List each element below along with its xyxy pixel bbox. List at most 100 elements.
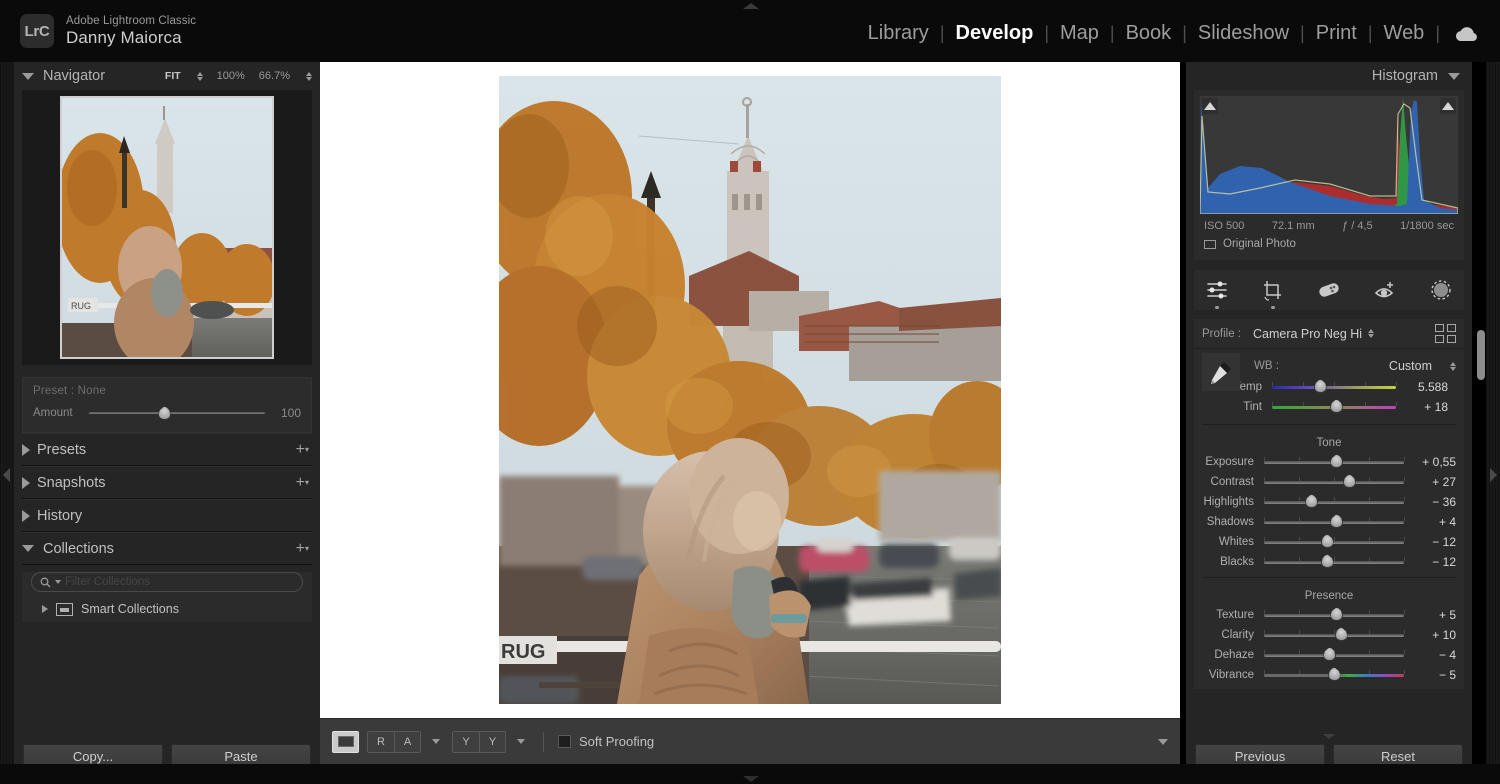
slider-value[interactable]: + 18 <box>1396 400 1448 414</box>
wb-row[interactable]: WB : Custom <box>1202 355 1456 377</box>
right-panel-collapse-arrow[interactable] <box>1490 468 1497 482</box>
slider-track[interactable] <box>1264 475 1404 489</box>
amount-slider[interactable] <box>89 407 265 419</box>
slider-vibrance[interactable]: Vibrance− 5 <box>1194 665 1464 685</box>
slider-track[interactable] <box>1264 455 1404 469</box>
chevron-down-icon[interactable] <box>22 73 34 80</box>
add-icon[interactable]: +▾ <box>296 441 312 459</box>
slider-track[interactable] <box>1272 400 1396 414</box>
zoom-fit-button[interactable]: FIT <box>165 70 181 82</box>
slider-exposure[interactable]: Exposure+ 0,55 <box>1194 452 1464 472</box>
slider-handle[interactable] <box>1328 667 1341 681</box>
chevron-right-icon[interactable] <box>22 510 30 522</box>
original-photo-toggle[interactable]: Original Photo <box>1200 234 1458 254</box>
slider-handle[interactable] <box>1321 534 1334 548</box>
before-after-yy-button[interactable]: Y Y <box>452 731 506 753</box>
slider-track[interactable] <box>1264 535 1404 549</box>
white-balance-eyedropper-icon[interactable] <box>1202 353 1240 391</box>
zoom-custom-stepper-icon[interactable] <box>306 72 312 81</box>
slider-handle[interactable] <box>1343 474 1356 488</box>
chevron-down-icon[interactable] <box>1448 73 1460 80</box>
slider-texture[interactable]: Texture+ 5 <box>1194 605 1464 625</box>
chevron-right-icon[interactable] <box>22 444 30 456</box>
slider-value[interactable]: − 12 <box>1404 555 1456 569</box>
slider-blacks[interactable]: Blacks− 12 <box>1194 552 1464 572</box>
slider-handle[interactable] <box>1330 607 1343 621</box>
profile-stepper-icon[interactable] <box>1368 329 1374 338</box>
left-panel-collapse-arrow[interactable] <box>3 468 10 482</box>
slider-value[interactable]: − 12 <box>1404 535 1456 549</box>
slider-handle[interactable] <box>1330 454 1343 468</box>
main-photo[interactable]: RUG <box>499 76 1001 704</box>
filter-collections-input[interactable]: Filter Collections <box>31 572 303 592</box>
healing-brush-icon[interactable] <box>1316 277 1342 303</box>
right-panel-scrollbar[interactable] <box>1477 330 1485 380</box>
slider-track[interactable] <box>1264 555 1404 569</box>
masking-icon[interactable] <box>1428 277 1454 303</box>
right-panel-edge[interactable] <box>1486 62 1500 784</box>
slider-value[interactable]: + 4 <box>1404 515 1456 529</box>
module-web[interactable]: Web <box>1373 22 1436 45</box>
slider-track[interactable] <box>1264 648 1404 662</box>
slider-handle[interactable] <box>1305 494 1318 508</box>
slider-temp[interactable]: Temp5.588 <box>1202 377 1456 397</box>
slider-value[interactable]: − 5 <box>1404 668 1456 682</box>
highlight-clipping-button[interactable] <box>1440 98 1456 114</box>
slider-value[interactable]: + 27 <box>1404 475 1456 489</box>
section-presets[interactable]: Presets+▾ <box>22 433 312 466</box>
right-panel-footer-arrow[interactable] <box>1323 734 1335 739</box>
toolbar-options-caret-icon[interactable] <box>1158 739 1168 745</box>
slider-track[interactable] <box>1272 380 1396 394</box>
slider-contrast[interactable]: Contrast+ 27 <box>1194 472 1464 492</box>
navigator-preview[interactable]: RUG <box>22 90 312 365</box>
grid-browser-icon[interactable] <box>1435 324 1456 343</box>
navigator-header[interactable]: Navigator FIT 100% 66.7% <box>14 62 320 90</box>
section-snapshots[interactable]: Snapshots+▾ <box>22 466 312 499</box>
slider-whites[interactable]: Whites− 12 <box>1194 532 1464 552</box>
zoom-custom-button[interactable]: 66.7% <box>259 70 290 82</box>
section-collections[interactable]: Collections+▾ <box>22 532 312 565</box>
soft-proofing-label[interactable]: Soft Proofing <box>579 734 654 749</box>
soft-proofing-checkbox[interactable] <box>558 735 571 748</box>
slider-handle[interactable] <box>1330 399 1343 413</box>
navigator-thumbnail[interactable]: RUG <box>60 96 274 359</box>
before-after-yy-caret-icon[interactable] <box>517 739 525 744</box>
profile-value[interactable]: Camera Pro Neg Hi <box>1253 327 1362 341</box>
slider-track[interactable] <box>1264 515 1404 529</box>
collection-item-smart-collections[interactable]: Smart Collections <box>22 599 312 622</box>
slider-value[interactable]: + 5 <box>1404 608 1456 622</box>
left-panel-edge[interactable] <box>0 62 14 784</box>
add-icon[interactable]: +▾ <box>296 540 312 558</box>
before-after-lr-caret-icon[interactable] <box>432 739 440 744</box>
module-book[interactable]: Book <box>1115 22 1183 45</box>
slider-value[interactable]: − 4 <box>1404 648 1456 662</box>
chevron-down-icon[interactable] <box>55 580 61 584</box>
histogram-header[interactable]: Histogram <box>1186 62 1472 90</box>
module-library[interactable]: Library <box>857 22 940 45</box>
top-panel-collapse-arrow[interactable] <box>743 3 759 9</box>
slider-value[interactable]: 5.588 <box>1396 380 1448 394</box>
slider-track[interactable] <box>1264 628 1404 642</box>
slider-shadows[interactable]: Shadows+ 4 <box>1194 512 1464 532</box>
chevron-right-icon[interactable] <box>22 477 30 489</box>
slider-highlights[interactable]: Highlights− 36 <box>1194 492 1464 512</box>
after-view-icon[interactable]: A <box>394 731 421 753</box>
after-view-y-icon[interactable]: Y <box>479 731 506 753</box>
loupe-view-button[interactable] <box>332 731 359 753</box>
slider-value[interactable]: + 0,55 <box>1404 455 1456 469</box>
original-photo-checkbox-icon[interactable] <box>1204 240 1216 249</box>
red-eye-correction-icon[interactable] <box>1372 277 1398 303</box>
slider-handle[interactable] <box>1314 379 1327 393</box>
slider-dehaze[interactable]: Dehaze− 4 <box>1194 645 1464 665</box>
slider-handle[interactable] <box>1321 554 1334 568</box>
section-history[interactable]: History <box>22 499 312 532</box>
slider-track[interactable] <box>1264 608 1404 622</box>
before-after-lr-button[interactable]: R A <box>367 731 421 753</box>
slider-handle[interactable] <box>1335 627 1348 641</box>
chevron-down-icon[interactable] <box>22 545 34 552</box>
profile-row[interactable]: Profile : Camera Pro Neg Hi <box>1194 319 1464 349</box>
module-map[interactable]: Map <box>1049 22 1110 45</box>
slider-tint[interactable]: Tint+ 18 <box>1202 397 1456 417</box>
module-develop[interactable]: Develop <box>945 22 1045 45</box>
slider-clarity[interactable]: Clarity+ 10 <box>1194 625 1464 645</box>
